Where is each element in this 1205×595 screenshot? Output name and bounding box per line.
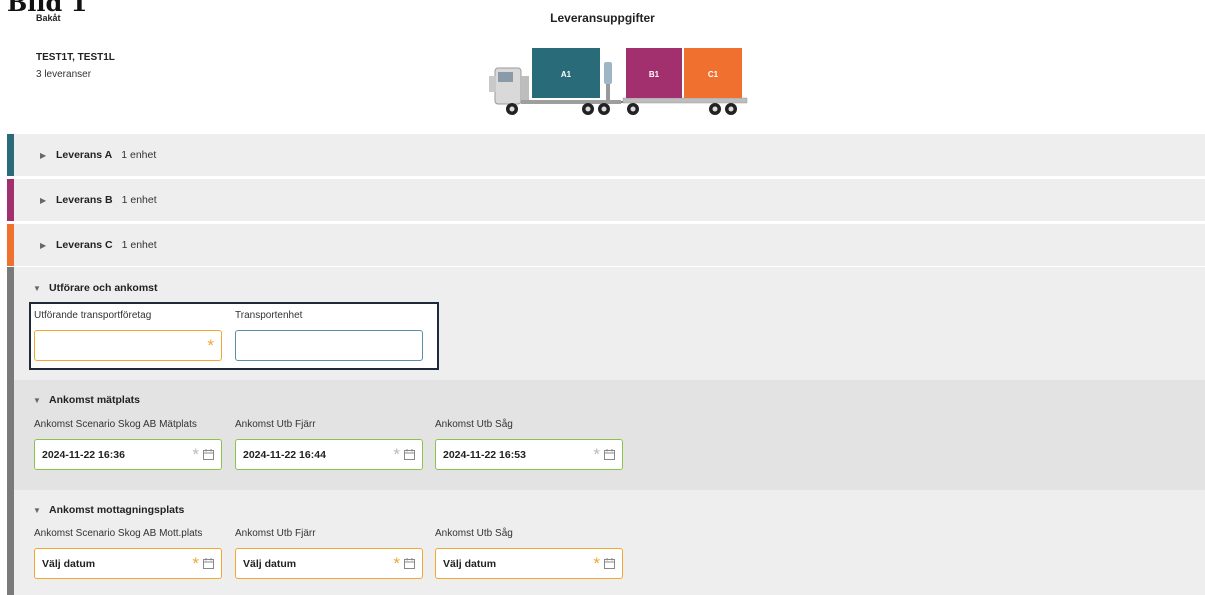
expand-arrow-icon: ▶ <box>40 150 47 160</box>
required-asterisk-icon: * <box>393 445 400 464</box>
receive-arrival-1-field[interactable]: Välj datum * <box>34 548 222 579</box>
field-label: Ankomst Utb Såg <box>435 528 513 539</box>
executor-section: ▼ Utförare och ankomst Utförande transpo… <box>14 267 1205 380</box>
measure-arrival-2-field[interactable]: 2024-11-22 16:44 * <box>235 439 423 470</box>
delivery-units: 1 enhet <box>121 239 157 251</box>
collapse-arrow-icon: ▼ <box>33 395 41 405</box>
section-title: Utförare och ankomst <box>49 282 158 294</box>
measure-arrival-section: ▼ Ankomst mätplats Ankomst Scenario Skog… <box>14 380 1205 490</box>
required-asterisk-icon: * <box>593 554 600 573</box>
calendar-icon[interactable] <box>404 558 415 569</box>
load-c1-label: C1 <box>708 70 719 79</box>
receive-arrival-2-field[interactable]: Välj datum * <box>235 548 423 579</box>
receive-arrival-section: ▼ Ankomst mottagningsplats Ankomst Scena… <box>14 490 1205 595</box>
delivery-a-row[interactable]: ▶ Leverans A 1 enhet <box>7 134 1205 176</box>
receive-arrival-header[interactable]: ▼ Ankomst mottagningsplats <box>33 504 184 516</box>
date-value: 2024-11-22 16:53 <box>443 448 526 461</box>
delivery-name: Leverans C <box>56 239 113 251</box>
page-title: Leveransuppgifter <box>550 11 655 25</box>
receive-arrival-3-field[interactable]: Välj datum * <box>435 548 623 579</box>
date-value: 2024-11-22 16:44 <box>243 448 326 461</box>
required-asterisk-icon: * <box>393 554 400 573</box>
delivery-units: 1 enhet <box>121 149 157 161</box>
expand-arrow-icon: ▶ <box>40 240 47 250</box>
section-title: Ankomst mottagningsplats <box>49 504 185 516</box>
collapse-arrow-icon: ▼ <box>33 505 41 515</box>
executor-focus-box: Utförande transportföretag * Transporten… <box>29 302 439 370</box>
load-b1-label: B1 <box>649 70 660 79</box>
field-label: Ankomst Scenario Skog AB Mott.plats <box>34 528 203 539</box>
expand-arrow-icon: ▶ <box>40 195 47 205</box>
date-value: Välj datum <box>243 557 297 570</box>
required-asterisk-icon: * <box>207 336 214 355</box>
company-field[interactable]: * <box>34 330 222 361</box>
calendar-icon[interactable] <box>203 449 214 460</box>
truck-illustration: A1 B1 C1 <box>489 48 748 115</box>
executor-header[interactable]: ▼ Utförare och ankomst <box>33 282 158 294</box>
delivery-c-row[interactable]: ▶ Leverans C 1 enhet <box>7 224 1205 266</box>
company-label: Utförande transportföretag <box>34 310 152 321</box>
measure-arrival-1-field[interactable]: 2024-11-22 16:36 * <box>34 439 222 470</box>
delivery-name: Leverans B <box>56 194 113 206</box>
required-asterisk-icon: * <box>192 445 199 464</box>
field-label: Ankomst Utb Fjärr <box>235 419 316 430</box>
date-value: Välj datum <box>42 557 96 570</box>
delivery-b-row[interactable]: ▶ Leverans B 1 enhet <box>7 179 1205 221</box>
field-label: Ankomst Utb Fjärr <box>235 528 316 539</box>
section-title: Ankomst mätplats <box>49 394 141 406</box>
truck-cab-icon <box>489 67 529 105</box>
required-asterisk-icon: * <box>192 554 199 573</box>
transport-unit-label: Transportenhet <box>235 310 303 321</box>
date-value: 2024-11-22 16:36 <box>42 448 125 461</box>
field-label: Ankomst Utb Såg <box>435 419 513 430</box>
transport-unit-field[interactable] <box>235 330 423 361</box>
arrival-section: ▼ Utförare och ankomst Utförande transpo… <box>7 267 1205 595</box>
vehicle-id: TEST1T, TEST1L <box>36 52 115 63</box>
delivery-name: Leverans A <box>56 149 113 161</box>
collapse-arrow-icon: ▼ <box>33 283 41 293</box>
date-value: Välj datum <box>443 557 497 570</box>
required-asterisk-icon: * <box>593 445 600 464</box>
field-label: Ankomst Scenario Skog AB Mätplats <box>34 419 197 430</box>
measure-arrival-header[interactable]: ▼ Ankomst mätplats <box>33 394 140 406</box>
measure-arrival-3-field[interactable]: 2024-11-22 16:53 * <box>435 439 623 470</box>
calendar-icon[interactable] <box>404 449 415 460</box>
delivery-units: 1 enhet <box>121 194 157 206</box>
delivery-count: 3 leveranser <box>36 69 92 80</box>
calendar-icon[interactable] <box>604 449 615 460</box>
calendar-icon[interactable] <box>203 558 214 569</box>
calendar-icon[interactable] <box>604 558 615 569</box>
load-a1-label: A1 <box>561 70 572 79</box>
